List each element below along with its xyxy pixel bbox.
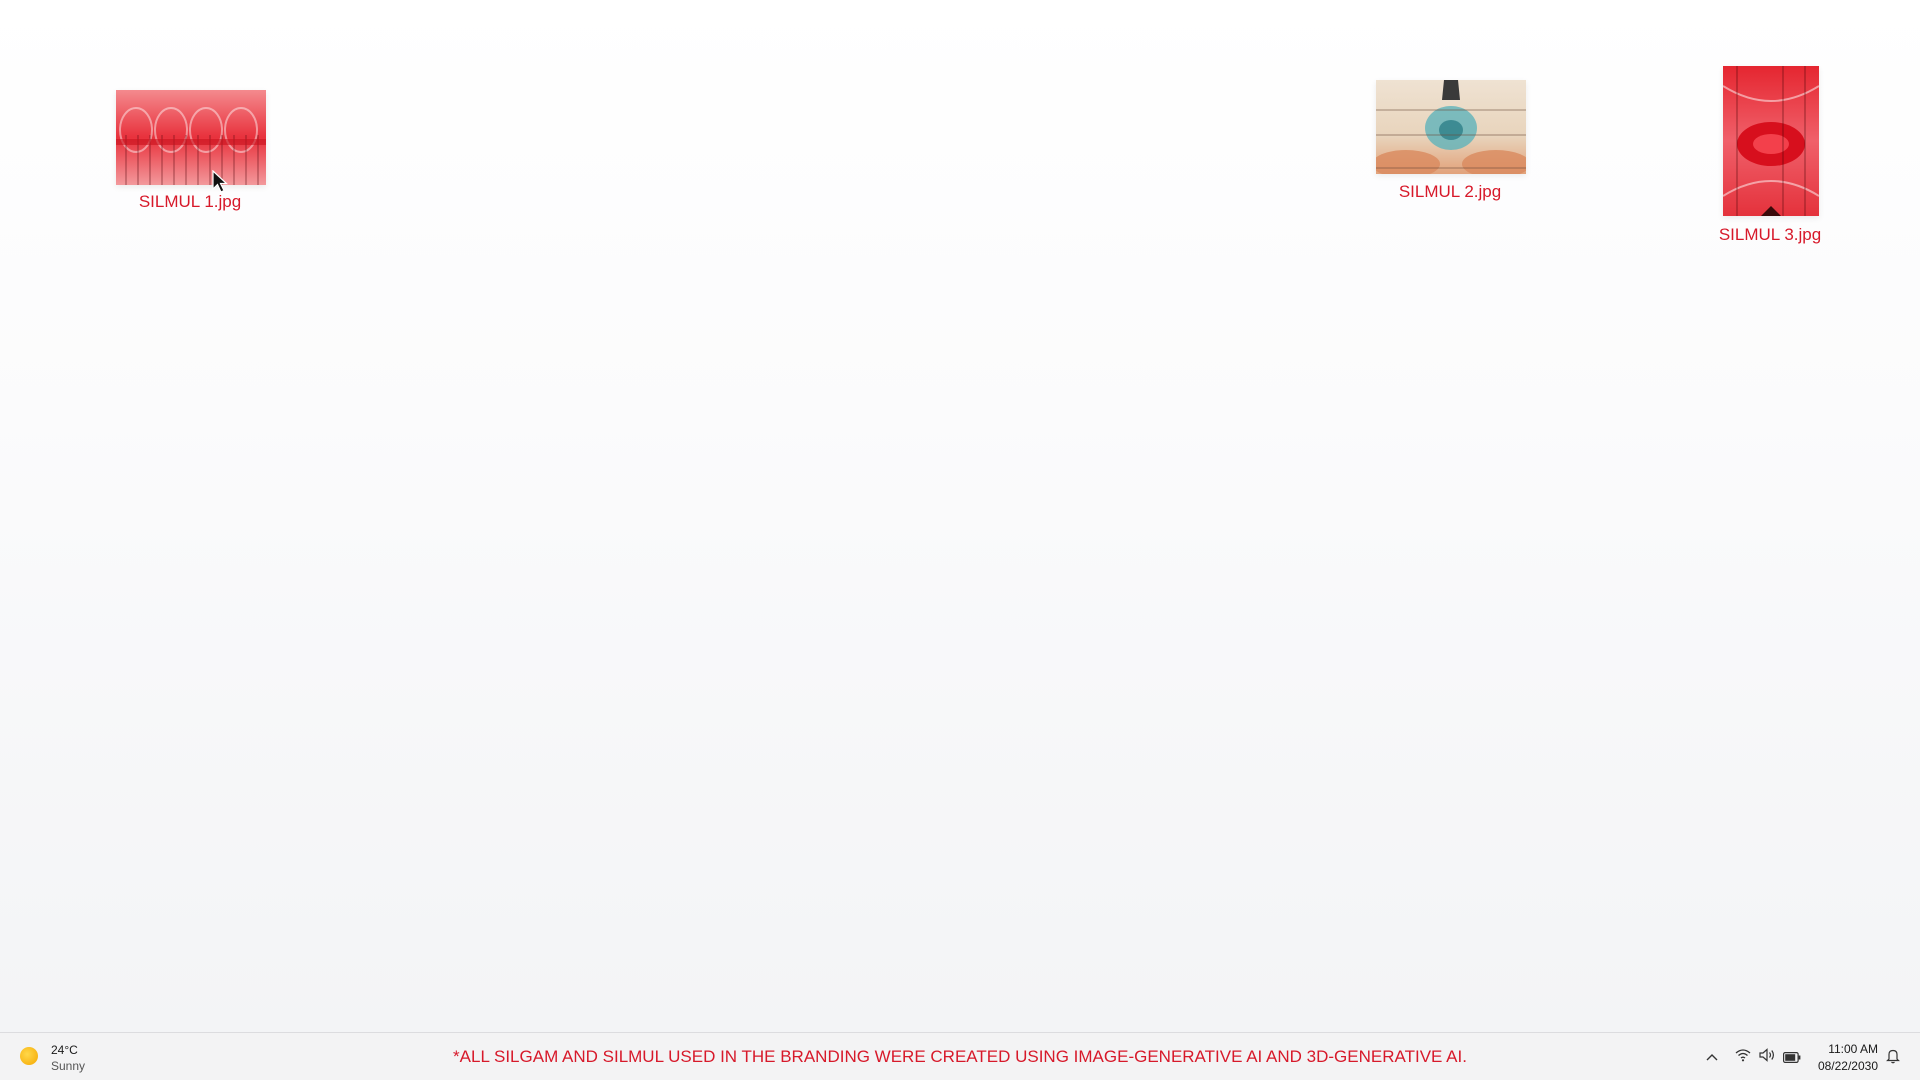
- desktop-file-silmul-2[interactable]: SILMUL 2.jpg: [1360, 76, 1540, 206]
- taskbar: 24°C Sunny *ALL SILGAM AND SILMUL USED I…: [0, 1032, 1920, 1080]
- file-name-label: SILMUL 1.jpg: [138, 192, 242, 211]
- speaker-icon[interactable]: [1759, 1048, 1776, 1067]
- file-name-label: SILMUL 2.jpg: [1398, 182, 1502, 201]
- desktop-file-silmul-1[interactable]: SILMUL 1.jpg: [100, 86, 280, 221]
- desktop-file-silmul-3[interactable]: SILMUL 3.jpg: [1680, 62, 1860, 252]
- beige-teal-abstract-thumbnail-icon: [1376, 80, 1526, 174]
- wifi-icon[interactable]: [1735, 1048, 1751, 1067]
- mouse-cursor-icon: [212, 169, 229, 199]
- chevron-up-icon[interactable]: [1705, 1050, 1719, 1068]
- clock-time[interactable]: 11:00 AM: [1828, 1042, 1878, 1056]
- file-name-label: SILMUL 3.jpg: [1718, 225, 1822, 244]
- red-abstract-thumbnail-icon: [116, 90, 266, 185]
- desktop[interactable]: SILMUL 1.jpg SILMUL 2.jpg SILMUL 3.jpg: [0, 0, 1920, 1032]
- branding-disclaimer: *ALL SILGAM AND SILMUL USED IN THE BRAND…: [453, 1047, 1467, 1066]
- clock-date[interactable]: 08/22/2030: [1818, 1059, 1878, 1073]
- battery-icon[interactable]: [1783, 1050, 1801, 1068]
- red-portrait-abstract-thumbnail-icon: [1723, 66, 1819, 216]
- bell-icon[interactable]: [1886, 1048, 1900, 1069]
